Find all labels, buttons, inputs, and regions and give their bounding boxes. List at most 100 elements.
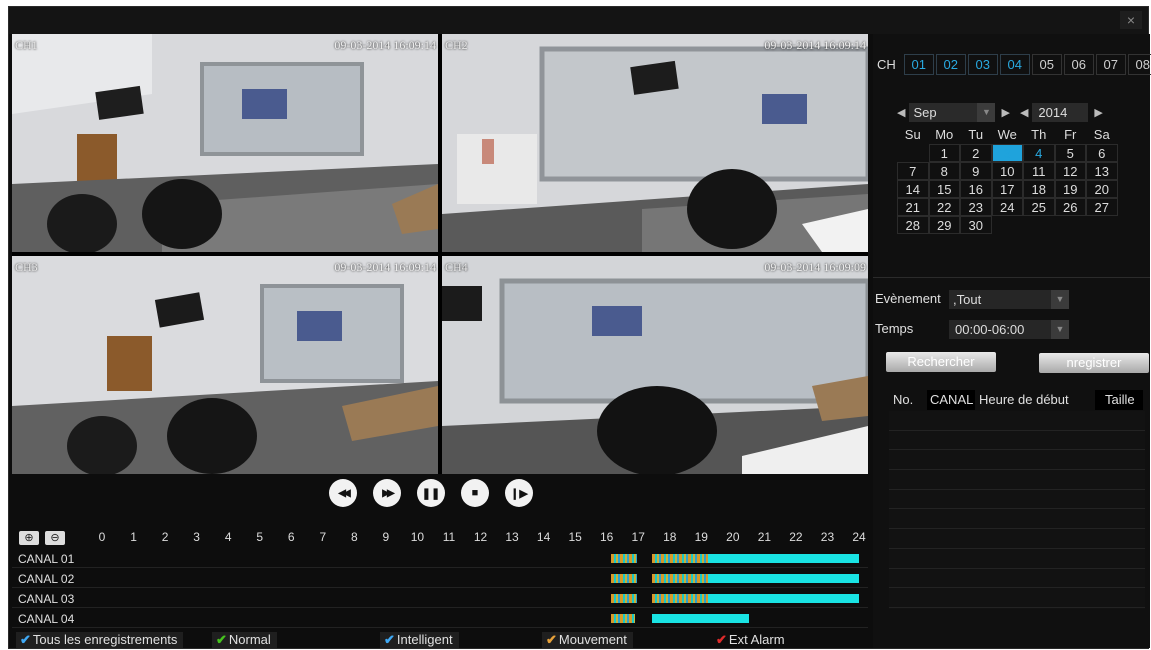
recording-segment[interactable] bbox=[611, 614, 636, 623]
calendar-day[interactable]: 27 bbox=[1086, 198, 1118, 216]
weekday-label: Fr bbox=[1064, 127, 1077, 142]
camera-view-2[interactable]: CH2 09-03-2014 16:09:14 bbox=[442, 34, 868, 252]
timeline[interactable]: ⊕ ⊖ 0 1 2 3 4 5 6 7 8 9 10 11 12 13 14 15 16 17 18 19 20 21 22… bbox=[12, 529, 868, 628]
table-row[interactable] bbox=[889, 470, 1145, 490]
recording-segment[interactable] bbox=[707, 574, 859, 583]
calendar-day[interactable]: 1 bbox=[928, 144, 960, 162]
calendar-day[interactable]: 29 bbox=[928, 216, 960, 234]
fast-forward-button[interactable]: ▶▶ bbox=[373, 479, 401, 507]
legend-normal[interactable]: ✔ Normal bbox=[212, 632, 277, 648]
calendar-day[interactable]: 9 bbox=[960, 162, 992, 180]
calendar-day[interactable]: 4 bbox=[1023, 144, 1055, 162]
camera-name: CH4 bbox=[445, 260, 468, 274]
table-row[interactable] bbox=[889, 431, 1145, 451]
timeline-row[interactable]: CANAL 03 bbox=[12, 590, 868, 608]
check-icon: ✔ bbox=[20, 632, 31, 647]
close-button[interactable]: × bbox=[1120, 11, 1142, 29]
calendar-day[interactable]: 7 bbox=[897, 162, 929, 180]
recording-segment[interactable] bbox=[611, 574, 637, 583]
table-row[interactable] bbox=[889, 549, 1145, 569]
recording-segment[interactable] bbox=[652, 554, 708, 563]
calendar-day[interactable]: 8 bbox=[928, 162, 960, 180]
year-select[interactable]: 2014 bbox=[1032, 102, 1089, 122]
legend-ext-alarm[interactable]: ✔ Ext Alarm bbox=[712, 632, 791, 648]
zoom-out-button[interactable]: ⊖ bbox=[45, 531, 65, 545]
calendar-day[interactable]: 6 bbox=[1086, 144, 1118, 162]
recording-segment[interactable] bbox=[707, 594, 859, 603]
table-row[interactable] bbox=[889, 490, 1145, 510]
calendar-day[interactable]: 5 bbox=[1054, 144, 1086, 162]
camera-view-4[interactable]: CH4 09-03-2014 16:09:09 bbox=[442, 256, 868, 474]
zoom-in-button[interactable]: ⊕ bbox=[19, 531, 39, 545]
channel-button-07[interactable]: 07 bbox=[1095, 54, 1126, 75]
hour-label: 17 bbox=[631, 530, 645, 544]
recording-segment[interactable] bbox=[652, 614, 749, 623]
legend-all-records[interactable]: ✔ Tous les enregistrements bbox=[16, 632, 184, 648]
calendar-day[interactable]: 16 bbox=[960, 180, 992, 198]
recording-segment[interactable] bbox=[611, 594, 637, 603]
calendar-day[interactable]: 22 bbox=[928, 198, 960, 216]
camera-timestamp: 09-03-2014 16:09:14 bbox=[334, 260, 436, 274]
table-row[interactable] bbox=[889, 529, 1145, 549]
step-forward-button[interactable]: ❙▶ bbox=[505, 479, 533, 507]
recording-segment[interactable] bbox=[652, 574, 708, 583]
table-row[interactable] bbox=[889, 588, 1145, 608]
channel-button-01[interactable]: 01 bbox=[903, 54, 934, 75]
search-button[interactable]: Rechercher bbox=[886, 352, 996, 372]
legend-intelligent[interactable]: ✔ Intelligent bbox=[380, 632, 459, 648]
next-month-icon[interactable]: ▶ bbox=[1001, 106, 1009, 119]
next-year-icon[interactable]: ▶ bbox=[1094, 106, 1102, 119]
time-select[interactable]: 00:00-06:00 ▼ bbox=[949, 320, 1069, 339]
calendar-day[interactable]: 20 bbox=[1086, 180, 1118, 198]
calendar-day[interactable]: 14 bbox=[897, 180, 929, 198]
calendar-day[interactable]: 28 bbox=[897, 216, 929, 234]
camera-view-1[interactable]: CH1 09-03-2014 16:09:14 bbox=[12, 34, 438, 252]
calendar-day[interactable]: 11 bbox=[1023, 162, 1055, 180]
table-row[interactable] bbox=[889, 411, 1145, 431]
channel-button-08[interactable]: 08 bbox=[1127, 54, 1151, 75]
channel-row-label: CANAL 04 bbox=[18, 612, 75, 626]
legend-motion[interactable]: ✔ Mouvement bbox=[542, 632, 633, 648]
calendar-day[interactable]: 17 bbox=[991, 180, 1023, 198]
calendar-day[interactable]: 25 bbox=[1023, 198, 1055, 216]
timeline-row[interactable]: CANAL 01 bbox=[12, 550, 868, 568]
save-button[interactable]: nregistrer bbox=[1039, 353, 1149, 373]
calendar-day[interactable]: 12 bbox=[1054, 162, 1086, 180]
calendar: ◀ Sep ▼ ▶ ◀ 2014 ▶ Su Mo Tu We Th Fr Sa 1 2 3 4 5 6 7… bbox=[897, 101, 1121, 234]
results-table[interactable] bbox=[889, 411, 1145, 609]
recording-segment[interactable] bbox=[652, 594, 708, 603]
channel-button-05[interactable]: 05 bbox=[1031, 54, 1062, 75]
month-select[interactable]: Sep ▼ bbox=[909, 102, 996, 122]
timeline-row[interactable]: CANAL 04 bbox=[12, 610, 868, 628]
timeline-row[interactable]: CANAL 02 bbox=[12, 570, 868, 588]
calendar-day[interactable]: 18 bbox=[1023, 180, 1055, 198]
recording-segment[interactable] bbox=[707, 554, 859, 563]
rewind-button[interactable]: ◀◀ bbox=[329, 479, 357, 507]
calendar-day[interactable]: 23 bbox=[960, 198, 992, 216]
channel-button-03[interactable]: 03 bbox=[967, 54, 998, 75]
channel-button-04[interactable]: 04 bbox=[999, 54, 1030, 75]
calendar-day[interactable]: 21 bbox=[897, 198, 929, 216]
table-row[interactable] bbox=[889, 509, 1145, 530]
table-row[interactable] bbox=[889, 450, 1145, 471]
calendar-day[interactable]: 30 bbox=[960, 216, 992, 234]
hour-label: 22 bbox=[789, 530, 803, 544]
channel-button-02[interactable]: 02 bbox=[935, 54, 966, 75]
camera-view-3[interactable]: CH3 09-03-2014 16:09:14 bbox=[12, 256, 438, 474]
calendar-day[interactable]: 10 bbox=[991, 162, 1023, 180]
calendar-day[interactable]: 26 bbox=[1054, 198, 1086, 216]
calendar-day[interactable]: 13 bbox=[1086, 162, 1118, 180]
channel-button-06[interactable]: 06 bbox=[1063, 54, 1094, 75]
stop-button[interactable]: ■ bbox=[461, 479, 489, 507]
recording-segment[interactable] bbox=[611, 554, 637, 563]
calendar-day[interactable]: 24 bbox=[991, 198, 1023, 216]
table-row[interactable] bbox=[889, 569, 1145, 589]
pause-button[interactable]: ❚❚ bbox=[417, 479, 445, 507]
calendar-day[interactable]: 3 bbox=[991, 144, 1023, 162]
calendar-day[interactable]: 15 bbox=[928, 180, 960, 198]
calendar-day[interactable]: 19 bbox=[1054, 180, 1086, 198]
prev-month-icon[interactable]: ◀ bbox=[897, 106, 905, 119]
event-select[interactable]: ,Tout ▼ bbox=[949, 290, 1069, 309]
prev-year-icon[interactable]: ◀ bbox=[1020, 106, 1028, 119]
calendar-day[interactable]: 2 bbox=[960, 144, 992, 162]
